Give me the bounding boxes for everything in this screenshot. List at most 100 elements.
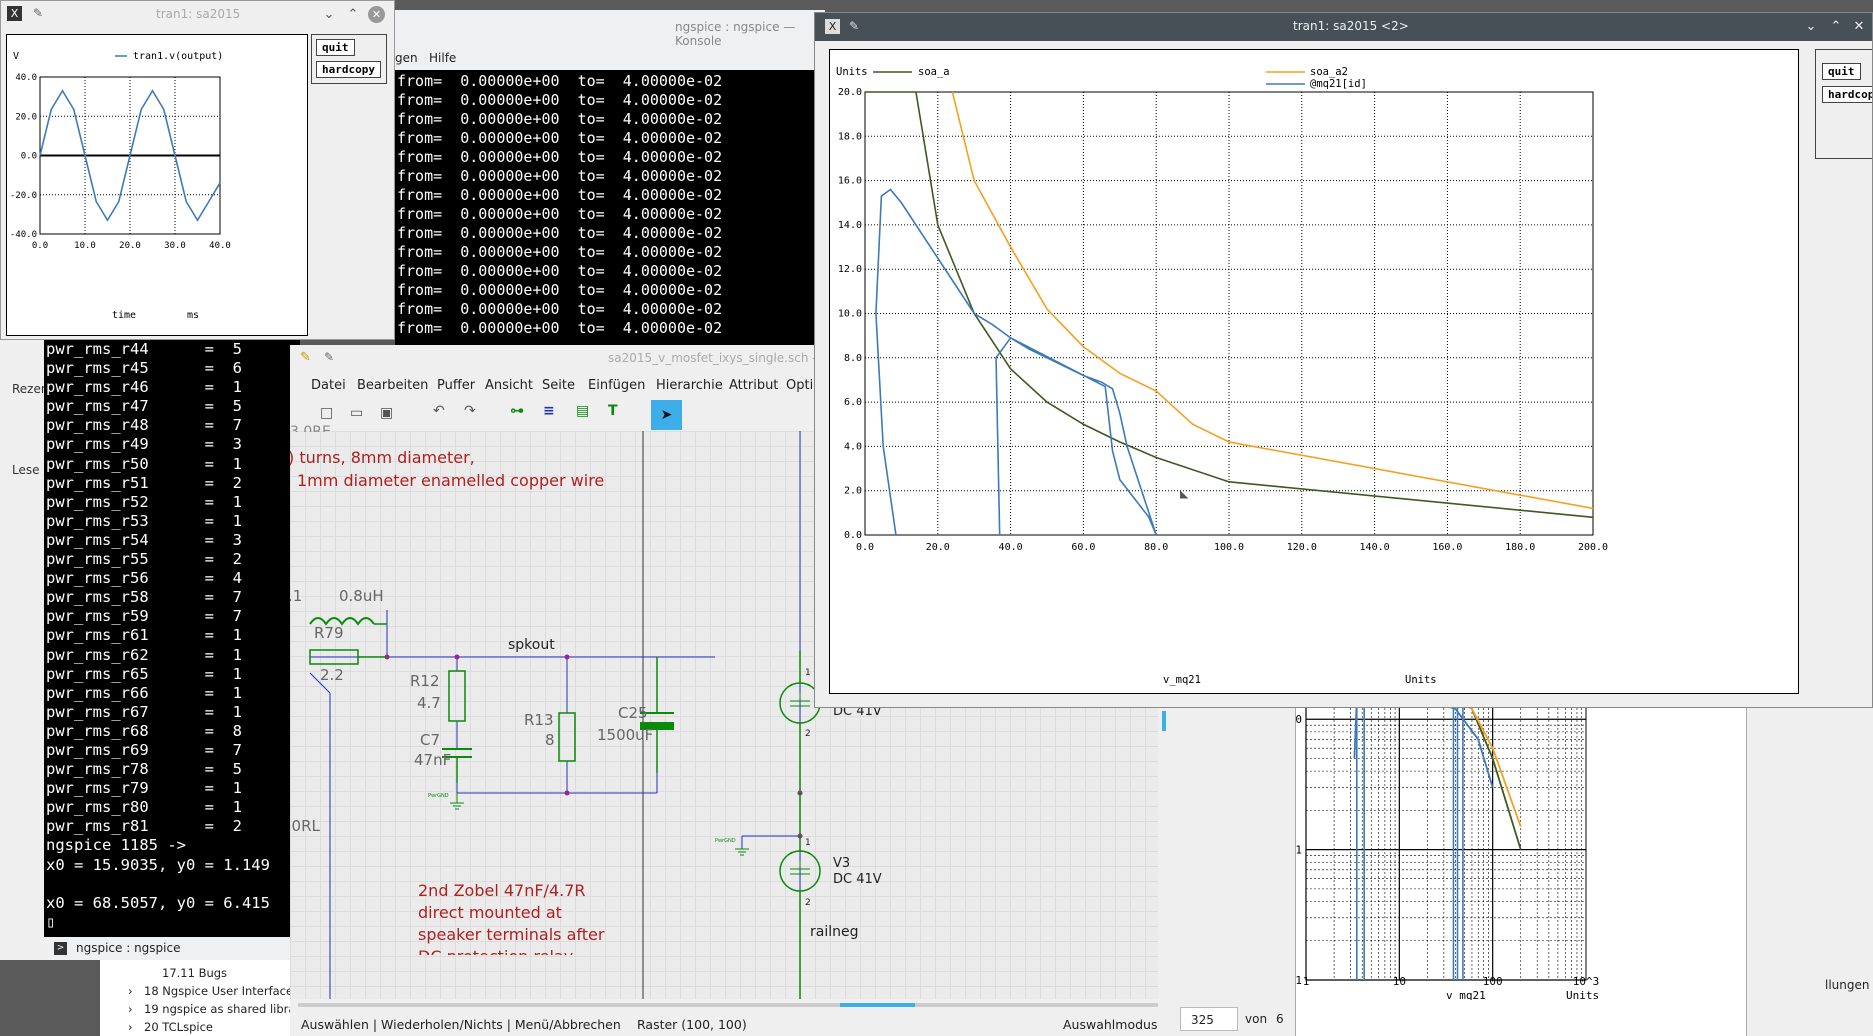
menu-puffer[interactable]: Puffer: [437, 378, 475, 393]
c7-ref: C7: [420, 731, 441, 749]
konsole-line: from= 0.00000e+00 to= 4.00000e-02: [397, 300, 723, 318]
x-tick-label: 40.0: [999, 542, 1023, 553]
quit-button[interactable]: quit: [316, 39, 355, 56]
konsole-menubar: gen Hilfe: [395, 46, 825, 70]
horizontal-scrollbar[interactable]: [290, 999, 1158, 1011]
x-tick-label: 80.0: [1144, 542, 1168, 553]
horizontal-scroll-thumb[interactable]: [840, 1003, 915, 1007]
konsole-line: from= 0.00000e+00 to= 4.00000e-02: [397, 186, 723, 204]
terminal-line: pwr_rms_r58 = 7: [46, 588, 242, 607]
terminal-taskbar[interactable]: > ngspice : ngspice: [44, 937, 300, 960]
add-bus-icon[interactable]: ▤: [576, 403, 589, 419]
pin-icon[interactable]: ✎: [849, 19, 859, 33]
net-railneg: railneg: [810, 924, 859, 940]
c7-value: 47nF: [414, 751, 452, 769]
y-tick-label: 12.0: [838, 264, 862, 275]
save-icon[interactable]: ▣: [380, 405, 393, 421]
r13-ref: R13: [524, 711, 554, 729]
terminal-line: pwr_rms_r59 = 7: [46, 607, 242, 626]
select-mode-icon[interactable]: ➤: [651, 400, 682, 430]
menu-hilfe[interactable]: Hilfe: [429, 51, 456, 65]
tree-item[interactable]: 19 ngspice as shared libra: [144, 1002, 295, 1016]
tree-expander[interactable]: ›: [128, 1002, 133, 1016]
konsole-output: from= 0.00000e+00 to= 4.00000e-02 from= 0…: [397, 72, 825, 338]
konsole-line: from= 0.00000e+00 to= 4.00000e-02: [397, 129, 723, 147]
y-tick-label: 0.0: [844, 530, 862, 541]
undo-icon[interactable]: ↶: [433, 403, 445, 419]
terminal-prompt: ngspice 1185 ->: [46, 836, 186, 855]
tree-expander[interactable]: ›: [128, 984, 133, 998]
maximize-icon[interactable]: ⌃: [347, 8, 359, 21]
y-tick-label: 6.0: [844, 397, 862, 408]
plot1-titlebar[interactable]: X ✎ tran1: sa2015 ⌄ ⌃ ✕: [1, 1, 394, 29]
close-icon[interactable]: ✕: [368, 6, 385, 23]
plot1-ylabel: V: [13, 51, 19, 62]
tree-expander[interactable]: ›: [128, 1020, 133, 1034]
terminal-coord: x0 = 68.5057, y0 = 6.415: [46, 893, 270, 912]
x-tick-label: 60.0: [1071, 542, 1095, 553]
close-icon[interactable]: ✕: [1853, 20, 1865, 33]
hardcopy-button[interactable]: hardcopy: [316, 61, 381, 78]
menu-datei[interactable]: Datei: [311, 378, 346, 393]
terminal-icon: >: [54, 942, 67, 955]
r12-ref: R12: [410, 672, 440, 690]
log-y-tick: 0.1: [1296, 974, 1302, 987]
konsole-line: from= 0.00000e+00 to= 4.00000e-02: [397, 224, 723, 242]
konsole-line: from= 0.00000e+00 to= 4.00000e-02: [397, 205, 723, 223]
redo-icon[interactable]: ↷: [464, 403, 476, 419]
r12-value: 4.7: [417, 694, 441, 712]
x-tick-label: 40.0: [209, 241, 231, 251]
page-number-input[interactable]: 325: [1180, 1007, 1238, 1031]
tree-item[interactable]: 17.11 Bugs: [162, 966, 227, 980]
pin-icon[interactable]: ✎: [324, 350, 334, 364]
tree-item[interactable]: 18 Ngspice User Interface: [144, 984, 293, 998]
legend-id: @mq21[id]: [1310, 78, 1367, 90]
new-file-icon[interactable]: □: [320, 405, 333, 421]
terminal-output: pwr_rms_r44 = 5 pwr_rms_r45 = 6 pwr_rms_r4…: [44, 340, 300, 937]
tree-item[interactable]: 20 TCLspice: [144, 1020, 213, 1034]
minimize-icon[interactable]: ⌄: [323, 8, 335, 21]
x-app-icon: X: [7, 6, 22, 21]
x-tick-label: 100.0: [1214, 542, 1244, 553]
add-net-icon[interactable]: ≡: [543, 403, 555, 419]
net-spkout: spkout: [508, 637, 555, 653]
left-cut-label: 20RL: [290, 817, 320, 835]
side-label-rezer: Rezer: [12, 382, 46, 396]
menu-bearbeiten[interactable]: Bearbeiten: [357, 378, 428, 393]
add-component-icon[interactable]: ⊶: [510, 403, 524, 419]
terminal-line: pwr_rms_r79 = 1: [46, 779, 242, 798]
menu-seite[interactable]: Seite: [542, 378, 575, 393]
taskbar-label: ngspice : ngspice: [76, 941, 181, 955]
log-xunit: Units: [1566, 989, 1599, 1000]
maximize-icon[interactable]: ⌃: [1830, 20, 1842, 33]
vertical-scroll-thumb[interactable]: [1162, 711, 1166, 731]
note-wire: 1mm diameter enamelled copper wire: [297, 471, 605, 490]
menu-attribut[interactable]: Attribut: [729, 378, 778, 393]
hardcopy-button[interactable]: hardcopy: [1822, 86, 1872, 103]
minimize-icon[interactable]: ⌄: [1805, 20, 1817, 33]
plot2-canvas: Units soa_a soa_a2 @mq21[id] v_mq21 Unit…: [829, 49, 1799, 694]
open-folder-icon[interactable]: ▭: [350, 405, 363, 421]
y-tick-label: 10.0: [838, 309, 862, 320]
gnd-label-2: PwrGND: [715, 838, 736, 844]
quit-button[interactable]: quit: [1822, 63, 1861, 80]
plot1-canvas: V tran1.v(output) time ms 0.0 10.0 20.0 30.…: [6, 34, 308, 336]
log-x-tick: 1: [1303, 975, 1310, 988]
add-text-icon[interactable]: T: [608, 403, 618, 419]
terminal-blank: [46, 875, 300, 894]
log-x-tick: 100: [1483, 975, 1503, 988]
menu-hierarchie[interactable]: Hierarchie: [656, 378, 723, 393]
konsole-titlebar[interactable]: ngspice : ngspice — Konsole: [395, 10, 825, 48]
pdf-viewer-fragment: v_mq21 Units 11010010^31010.1 325 von 6 …: [1170, 700, 1873, 1036]
pin-icon[interactable]: ✎: [33, 6, 43, 20]
log-x-tick: 10: [1393, 975, 1406, 988]
x-tick-label: 0.0: [856, 542, 874, 553]
terminal-line: pwr_rms_r65 = 1: [46, 664, 242, 683]
menu-ansicht[interactable]: Ansicht: [485, 378, 533, 393]
y-tick-label: 14.0: [838, 220, 862, 231]
y-tick-label: 20.0: [15, 112, 37, 122]
menu-gen[interactable]: gen: [395, 51, 418, 65]
mouse-pointer-icon: ◣: [1180, 486, 1189, 502]
menu-einfuegen[interactable]: Einfügen: [588, 378, 645, 393]
plot2-titlebar[interactable]: X ✎ tran1: sa2015 <2> ⌄ ⌃ ✕: [815, 13, 1872, 41]
